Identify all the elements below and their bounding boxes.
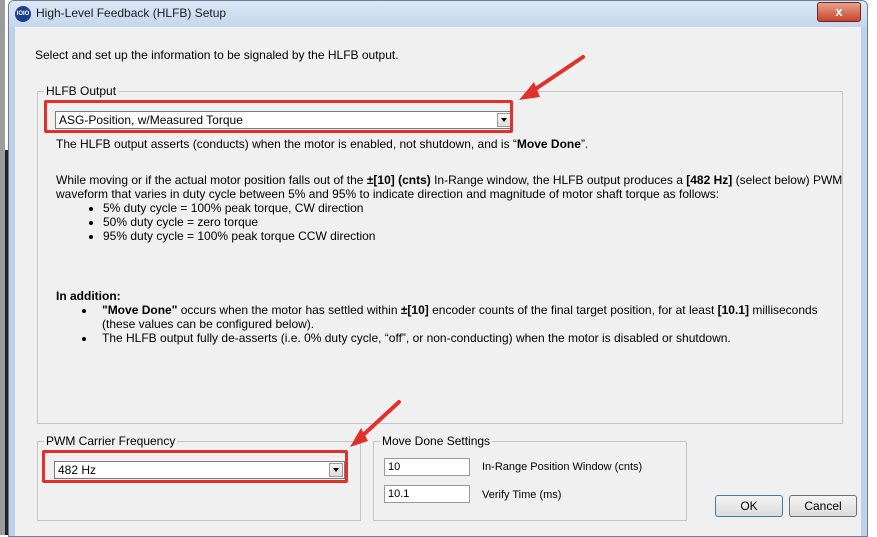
addition-bold-counts: ±[10] [400, 303, 429, 317]
verify-time-input[interactable]: 10.1 [384, 485, 470, 503]
para-bold-window: ±[10] (cnts) [366, 173, 431, 187]
move-done-group: Move Done Settings [373, 434, 687, 521]
addition-bold-ms: [10.1] [717, 303, 749, 317]
move-done-quote: "Move Done" [102, 303, 178, 317]
app-icon: IOIO [15, 6, 31, 22]
in-range-window-input[interactable]: 10 [384, 458, 470, 476]
asserts-text-end: ”. [580, 137, 589, 151]
list-item: 95% duty cycle = 100% peak torque CCW di… [103, 229, 846, 243]
cancel-button[interactable]: Cancel [789, 495, 857, 517]
in-addition-heading: In addition: [56, 289, 121, 303]
list-item: The HLFB output fully de-asserts (i.e. 0… [96, 331, 846, 345]
hlfb-description: While moving or if the actual motor posi… [56, 173, 846, 243]
window-title: High-Level Feedback (HLFB) Setup [36, 6, 227, 20]
list-item: 50% duty cycle = zero torque [103, 215, 846, 229]
highlight-box-pwm-frequency [42, 450, 348, 483]
hlfb-output-legend: HLFB Output [44, 84, 119, 98]
para-text-2: In-Range window, the HLFB output produce… [430, 173, 687, 187]
title-bar[interactable]: IOIO High-Level Feedback (HLFB) Setup x [9, 1, 867, 27]
move-done-legend: Move Done Settings [380, 434, 493, 448]
in-range-window-label: In-Range Position Window (cnts) [482, 461, 643, 473]
list-item: "Move Done" occurs when the motor has se… [96, 303, 846, 331]
asserts-text: The HLFB output asserts (conducts) when … [56, 137, 517, 151]
intro-text: Select and set up the information to be … [35, 48, 399, 62]
addition-text-1: occurs when the motor has settled within [177, 303, 401, 317]
duty-cycle-list: 5% duty cycle = 100% peak torque, CW dir… [56, 201, 846, 243]
list-item: 5% duty cycle = 100% peak torque, CW dir… [103, 201, 846, 215]
highlight-box-hlfb-output [44, 100, 513, 133]
move-done-bold: Move Done [516, 137, 581, 151]
verify-time-label: Verify Time (ms) [482, 489, 562, 501]
ok-button[interactable]: OK [715, 495, 783, 517]
pwm-frequency-legend: PWM Carrier Frequency [44, 434, 178, 448]
in-addition-section: In addition: "Move Done" occurs when the… [56, 289, 846, 345]
pwm-paragraph: While moving or if the actual motor posi… [56, 173, 846, 201]
addition-text-2: encoder counts of the final target posit… [428, 303, 718, 317]
para-text-1: While moving or if the actual motor posi… [56, 173, 367, 187]
hlfb-line-asserts: The HLFB output asserts (conducts) when … [56, 137, 846, 151]
in-addition-list: "Move Done" occurs when the motor has se… [56, 303, 846, 345]
para-bold-frequency: [482 Hz] [686, 173, 733, 187]
close-button[interactable]: x [817, 2, 861, 22]
